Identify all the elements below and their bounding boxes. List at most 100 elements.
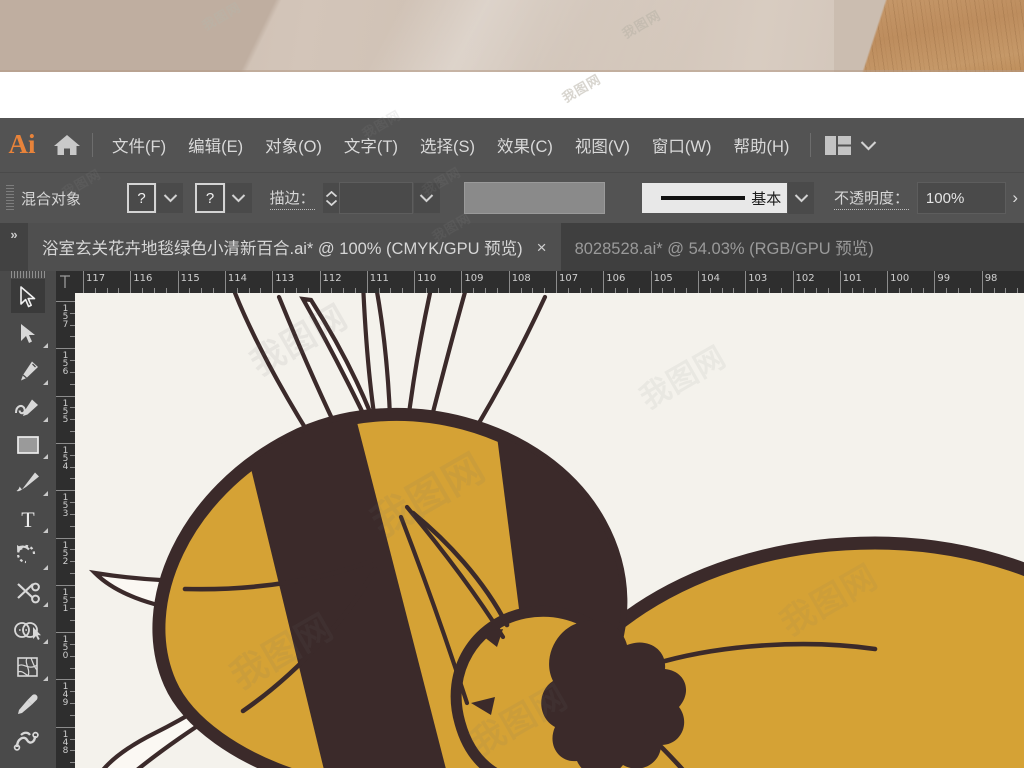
panel-collapse-button[interactable]: »: [0, 223, 28, 271]
menu-divider: [92, 133, 93, 157]
tool-type[interactable]: T: [0, 500, 56, 537]
scissors-tool-icon: [17, 582, 40, 603]
fill-dropdown-button[interactable]: [157, 183, 184, 213]
svg-text:T: T: [21, 507, 35, 531]
document-tab-inactive[interactable]: 8028528.ai* @ 54.03% (RGB/GPU 预览): [560, 223, 888, 271]
menu-items: 文件(F) 编辑(E) 对象(O) 文字(T) 选择(S) 效果(C) 视图(V…: [101, 129, 800, 161]
ruler-major-tick: [56, 490, 75, 492]
ruler-major-tick: [461, 271, 463, 293]
pen-tool-icon: [21, 361, 38, 380]
white-gap: 我图网: [0, 72, 1024, 118]
ruler-major-tick: [556, 271, 557, 293]
ruler-major-tick: [56, 301, 75, 302]
ruler-major-tick: [56, 348, 75, 350]
ruler-major-tick: [319, 271, 321, 293]
vertical-ruler[interactable]: 157156155154153152151150149148147: [56, 293, 76, 768]
tool-gradient-mesh[interactable]: [0, 648, 56, 685]
horizontal-ruler[interactable]: 117 116 115 114 113 112 111 110 109 108 107 106 105 1…: [56, 271, 1024, 294]
screen: 我图网 我图网 我图网 Ai 文件(F) 编辑(E) 对象(O) 文字(T) 选…: [0, 0, 1024, 768]
menu-bar: Ai 文件(F) 编辑(E) 对象(O) 文字(T) 选择(S) 效果(C) 视…: [0, 108, 1024, 172]
tool-eyedropper[interactable]: [0, 685, 56, 722]
ruler-tick-label: 112: [322, 273, 342, 284]
close-icon[interactable]: ×: [537, 239, 547, 256]
ruler-major-tick: [366, 271, 368, 293]
tool-artboard[interactable]: [0, 759, 56, 768]
document-tab-active[interactable]: 浴室玄关花卉地毯绿色小清新百合.ai* @ 100% (CMYK/GPU 预览)…: [28, 223, 561, 271]
profile-label: 基本: [751, 190, 782, 208]
ruler-tick-label: 107: [559, 273, 579, 284]
tool-flyout-indicator[interactable]: [43, 343, 48, 348]
ruler-major-tick: [603, 271, 605, 293]
tool-selection[interactable]: [0, 278, 56, 315]
tool-flyout-indicator[interactable]: [43, 417, 48, 422]
control-bar-drag-handle[interactable]: [6, 185, 14, 211]
ruler-major-tick: [839, 271, 841, 293]
tools-panel-drag-handle[interactable]: [0, 271, 56, 278]
stroke-weight-dropdown-button[interactable]: [413, 183, 440, 213]
menu-item-file[interactable]: 文件(F): [101, 129, 177, 161]
menu-item-object[interactable]: 对象(O): [254, 129, 333, 161]
menu-item-select[interactable]: 选择(S): [409, 129, 486, 161]
tool-flyout-indicator[interactable]: [43, 491, 48, 496]
ruler-tick-label: 116: [133, 273, 153, 284]
selection-type-label: 混合对象: [20, 190, 81, 208]
tool-flyout-indicator[interactable]: [43, 565, 48, 570]
opacity-input[interactable]: 100%: [916, 182, 1007, 214]
ruler-origin-corner[interactable]: [56, 271, 75, 293]
tool-flyout-indicator[interactable]: [43, 454, 48, 459]
menu-item-type[interactable]: 文字(T): [333, 129, 409, 161]
tool-rotate[interactable]: [0, 537, 56, 574]
tool-blend[interactable]: [0, 722, 56, 759]
menu-item-view[interactable]: 视图(V): [564, 129, 641, 161]
fill-swatch[interactable]: ?: [126, 183, 157, 213]
chevron-down-icon: [232, 194, 246, 203]
stroke-dropdown-button[interactable]: [225, 183, 252, 213]
ruler-tick-label: 105: [653, 273, 673, 284]
tool-flyout-indicator[interactable]: [43, 528, 48, 533]
arrange-documents-button[interactable]: [821, 135, 881, 155]
tool-flyout-indicator[interactable]: [43, 639, 48, 644]
rectangle-tool-icon: [17, 435, 39, 454]
arrange-documents-icon: [825, 135, 852, 155]
chevron-down-icon: [861, 140, 877, 150]
home-button[interactable]: [44, 132, 90, 158]
tool-direct-selection[interactable]: [0, 315, 56, 352]
tool-paintbrush[interactable]: [0, 463, 56, 500]
tool-flyout-indicator[interactable]: [43, 676, 48, 681]
ruler-tick-label: 117: [86, 273, 106, 284]
tool-pen[interactable]: [0, 352, 56, 389]
stroke-preview-swatch[interactable]: [463, 182, 605, 214]
artboard-canvas[interactable]: 我图网 我图网 我图网 我图网 我图网 我图网: [75, 293, 1024, 768]
tool-shape-builder[interactable]: [0, 611, 56, 648]
menu-item-effect[interactable]: 效果(C): [486, 129, 564, 161]
menu-item-edit[interactable]: 编辑(E): [177, 129, 254, 161]
menu-divider-2: [810, 133, 812, 157]
tool-scissors[interactable]: [0, 574, 56, 611]
stroke-weight-label[interactable]: 描边：: [269, 187, 315, 210]
chevron-down-icon: [420, 194, 434, 203]
variable-width-profile[interactable]: 基本: [642, 183, 788, 213]
tool-flyout-indicator[interactable]: [43, 602, 48, 607]
stroke-swatch[interactable]: ?: [195, 183, 225, 213]
tool-flyout-indicator[interactable]: [43, 380, 48, 385]
profile-dropdown-button[interactable]: [788, 182, 815, 214]
ruler-major-tick: [981, 271, 983, 293]
menu-item-window[interactable]: 窗口(W): [641, 129, 723, 161]
ruler-major-tick: [56, 442, 75, 444]
ruler-major-tick: [224, 271, 226, 293]
stroke-weight-stepper[interactable]: [322, 183, 340, 213]
ruler-tick-label: 101: [842, 273, 862, 284]
illustrator-window: Ai 文件(F) 编辑(E) 对象(O) 文字(T) 选择(S) 效果(C) 视…: [0, 108, 1024, 768]
ruler-major-tick: [508, 271, 510, 293]
opacity-label[interactable]: 不透明度：: [833, 187, 909, 210]
ruler-major-tick: [56, 395, 75, 397]
tool-rectangle[interactable]: [0, 426, 56, 463]
ruler-tick-label: 111: [369, 273, 389, 284]
tool-curvature[interactable]: [0, 389, 56, 426]
stroke-weight-input[interactable]: [339, 182, 413, 214]
ruler-major-tick: [272, 271, 274, 293]
ruler-major-tick: [56, 679, 75, 681]
ruler-major-tick: [83, 271, 84, 293]
menu-item-help[interactable]: 帮助(H): [722, 129, 800, 161]
control-bar-overflow-button[interactable]: ›: [1006, 188, 1024, 208]
